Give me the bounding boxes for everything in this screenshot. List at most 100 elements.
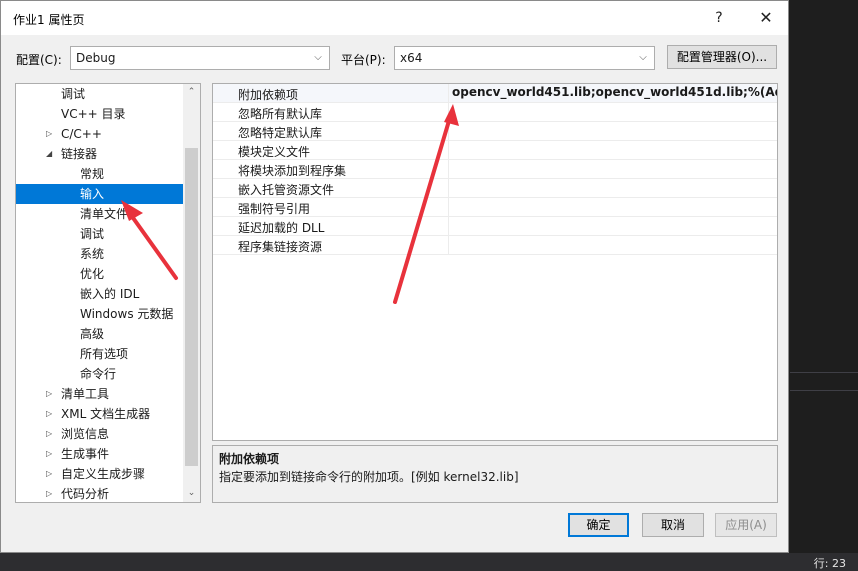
- property-name: 强制符号引用: [238, 202, 311, 216]
- property-row[interactable]: 将模块添加到程序集: [213, 160, 777, 179]
- description-text: 指定要添加到链接命令行的附加项。[例如 kernel32.lib]: [219, 470, 519, 484]
- tree-item-label: 浏览信息: [61, 427, 110, 441]
- chevron-down-icon[interactable]: ⌄: [183, 485, 200, 502]
- property-name: 嵌入托管资源文件: [238, 183, 335, 197]
- expand-arrow-icon[interactable]: ▷: [46, 404, 52, 424]
- column-divider: [448, 236, 449, 255]
- tree-item[interactable]: ▷ 生成事件: [16, 444, 184, 464]
- property-row[interactable]: 嵌入托管资源文件: [213, 179, 777, 198]
- tree-item[interactable]: Windows 元数据: [16, 304, 184, 324]
- tree-item[interactable]: ▷ 清单工具: [16, 384, 184, 404]
- tree-item[interactable]: ▷ 自定义生成步骤: [16, 464, 184, 484]
- scrollbar-thumb[interactable]: [185, 148, 198, 466]
- property-pages-dialog: 作业1 属性页 ? ✕ 配置(C): Debug ⌵ 平台(P): x64 ⌵ …: [0, 0, 789, 553]
- tree-item-label: 自定义生成步骤: [61, 467, 146, 481]
- line-number-indicator: 行: 23: [813, 557, 846, 570]
- tree-item[interactable]: 清单文件: [16, 204, 184, 224]
- expand-arrow-icon[interactable]: ▷: [46, 384, 52, 404]
- config-label: 配置(C):: [16, 53, 62, 67]
- collapse-arrow-icon[interactable]: ◢: [46, 144, 52, 164]
- ide-status-bar: 行: 23: [0, 553, 858, 571]
- platform-select-value: x64: [400, 51, 423, 65]
- expand-arrow-icon[interactable]: ▷: [46, 424, 52, 444]
- column-divider: [448, 141, 449, 160]
- tree-item[interactable]: ▷ C/C++: [16, 124, 184, 144]
- tree-item-label: 嵌入的 IDL: [80, 287, 140, 301]
- expand-arrow-icon[interactable]: ▷: [46, 484, 52, 502]
- platform-label: 平台(P):: [341, 53, 386, 67]
- column-divider: [448, 160, 449, 179]
- chevron-down-icon: ⌵: [314, 52, 322, 63]
- chevron-up-icon[interactable]: ⌃: [183, 84, 200, 101]
- tree-item-label: 系统: [80, 247, 105, 261]
- tree-item-label: 高级: [80, 327, 105, 341]
- config-select[interactable]: Debug ⌵: [70, 46, 330, 70]
- expand-arrow-icon[interactable]: ▷: [46, 464, 52, 484]
- property-name: 模块定义文件: [238, 145, 311, 159]
- chevron-down-icon: ⌵: [639, 52, 647, 63]
- tree-item[interactable]: 调试: [16, 84, 184, 104]
- property-name: 将模块添加到程序集: [238, 164, 347, 178]
- tree-item[interactable]: VC++ 目录: [16, 104, 184, 124]
- tree-item-label: 调试: [80, 227, 105, 241]
- tree-item-label: 代码分析: [61, 487, 110, 501]
- close-button[interactable]: ✕: [753, 8, 779, 28]
- tree-item-label: 优化: [80, 267, 105, 281]
- tree-item[interactable]: ▷ XML 文档生成器: [16, 404, 184, 424]
- tree-item[interactable]: 所有选项: [16, 344, 184, 364]
- property-name: 忽略特定默认库: [238, 126, 323, 140]
- expand-arrow-icon[interactable]: ▷: [46, 444, 52, 464]
- expand-arrow-icon[interactable]: ▷: [46, 124, 52, 144]
- tree-item[interactable]: 调试: [16, 224, 184, 244]
- description-title: 附加依赖项: [219, 452, 280, 466]
- category-tree: 调试 VC++ 目录 ▷ C/C++ ◢ 链接器 常规 输入 清单文件 调试 系统 优化 嵌入的 IDL…: [15, 83, 201, 503]
- ok-button[interactable]: 确定: [568, 513, 629, 537]
- column-divider: [448, 84, 449, 103]
- config-select-value: Debug: [76, 51, 116, 65]
- tree-item[interactable]: 系统: [16, 244, 184, 264]
- column-divider: [448, 198, 449, 217]
- cancel-button[interactable]: 取消: [642, 513, 704, 537]
- tree-item[interactable]: 优化: [16, 264, 184, 284]
- tree-item-label: 常规: [80, 167, 105, 181]
- column-divider: [448, 179, 449, 198]
- configuration-manager-button[interactable]: 配置管理器(O)...: [667, 45, 777, 69]
- property-row[interactable]: 模块定义文件: [213, 141, 777, 160]
- tree-item-label: Windows 元数据: [80, 307, 174, 321]
- tree-item[interactable]: 命令行: [16, 364, 184, 384]
- dialog-title: 作业1 属性页: [13, 13, 85, 27]
- tree-item-label: 链接器: [61, 147, 98, 161]
- tree-item[interactable]: ◢ 链接器: [16, 144, 184, 164]
- tree-item-label: 命令行: [80, 367, 117, 381]
- apply-button[interactable]: 应用(A): [715, 513, 777, 537]
- property-row[interactable]: 程序集链接资源: [213, 236, 777, 255]
- tree-item[interactable]: ▷ 浏览信息: [16, 424, 184, 444]
- tree-item-label: 输入: [80, 187, 105, 201]
- property-value[interactable]: opencv_world451.lib;opencv_world451d.lib…: [452, 85, 777, 99]
- tree-item[interactable]: 常规: [16, 164, 184, 184]
- column-divider: [448, 217, 449, 236]
- property-row[interactable]: 强制符号引用: [213, 198, 777, 217]
- property-name: 延迟加载的 DLL: [238, 221, 325, 235]
- tree-item[interactable]: 嵌入的 IDL: [16, 284, 184, 304]
- tree-item-label: 所有选项: [80, 347, 129, 361]
- description-pane: 附加依赖项 指定要添加到链接命令行的附加项。[例如 kernel32.lib]: [212, 445, 778, 503]
- property-row[interactable]: 延迟加载的 DLL: [213, 217, 777, 236]
- ide-divider: [790, 372, 858, 373]
- property-row[interactable]: 忽略所有默认库: [213, 103, 777, 122]
- platform-select[interactable]: x64 ⌵: [394, 46, 655, 70]
- tree-scrollbar[interactable]: ⌃ ⌄: [183, 84, 200, 502]
- property-row[interactable]: 附加依赖项 opencv_world451.lib;opencv_world451…: [213, 84, 777, 103]
- tree-item-label: XML 文档生成器: [61, 407, 151, 421]
- ide-divider: [790, 390, 858, 391]
- tree-item-label: VC++ 目录: [61, 107, 126, 121]
- property-row[interactable]: 忽略特定默认库: [213, 122, 777, 141]
- property-name: 程序集链接资源: [238, 240, 323, 254]
- tree-item-label: 清单工具: [61, 387, 110, 401]
- tree-item-label: 生成事件: [61, 447, 110, 461]
- tree-item[interactable]: ▷ 代码分析: [16, 484, 184, 502]
- tree-item[interactable]: 输入: [16, 184, 184, 204]
- property-name: 忽略所有默认库: [238, 107, 323, 121]
- tree-item[interactable]: 高级: [16, 324, 184, 344]
- help-button[interactable]: ?: [706, 8, 732, 28]
